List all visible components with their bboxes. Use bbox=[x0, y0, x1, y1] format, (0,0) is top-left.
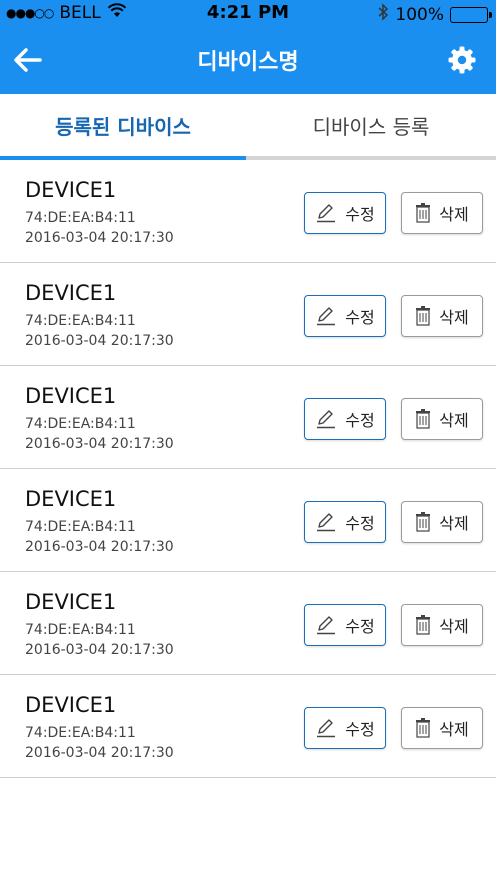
delete-button[interactable]: 삭제 bbox=[401, 295, 483, 337]
device-date: 2016-03-04 20:17:30 bbox=[25, 745, 174, 761]
gear-icon bbox=[448, 46, 476, 74]
device-mac: 74:DE:EA:B4:11 bbox=[25, 519, 136, 535]
pencil-icon bbox=[315, 306, 337, 326]
edit-button[interactable]: 수정 bbox=[304, 192, 386, 234]
device-row: DEVICE1 74:DE:EA:B4:11 2016-03-04 20:17:… bbox=[0, 160, 496, 263]
trash-icon bbox=[415, 718, 431, 738]
delete-label: 삭제 bbox=[439, 514, 469, 533]
trash-icon bbox=[415, 615, 431, 635]
delete-label: 삭제 bbox=[439, 617, 469, 636]
delete-label: 삭제 bbox=[439, 308, 469, 327]
page-title: 디바이스명 bbox=[197, 50, 299, 75]
device-name: DEVICE1 bbox=[25, 487, 117, 511]
edit-button[interactable]: 수정 bbox=[304, 501, 386, 543]
status-right: 100% bbox=[377, 3, 492, 26]
device-date: 2016-03-04 20:17:30 bbox=[25, 333, 174, 349]
edit-label: 수정 bbox=[345, 617, 375, 636]
pencil-icon bbox=[315, 512, 337, 532]
settings-button[interactable] bbox=[446, 44, 478, 76]
edit-button[interactable]: 수정 bbox=[304, 707, 386, 749]
nav-bar: 디바이스명 bbox=[0, 28, 496, 94]
battery-percent: 100% bbox=[395, 4, 444, 25]
device-row: DEVICE1 74:DE:EA:B4:11 2016-03-04 20:17:… bbox=[0, 572, 496, 675]
device-row: DEVICE1 74:DE:EA:B4:11 2016-03-04 20:17:… bbox=[0, 366, 496, 469]
delete-button[interactable]: 삭제 bbox=[401, 398, 483, 440]
pencil-icon bbox=[315, 203, 337, 223]
trash-icon bbox=[415, 306, 431, 326]
tab-register-device[interactable]: 디바이스 등록 bbox=[246, 94, 496, 156]
delete-label: 삭제 bbox=[439, 205, 469, 224]
edit-label: 수정 bbox=[345, 308, 375, 327]
edit-button[interactable]: 수정 bbox=[304, 604, 386, 646]
pencil-icon bbox=[315, 718, 337, 738]
tab-bar: 등록된 디바이스 디바이스 등록 bbox=[0, 94, 496, 160]
trash-icon bbox=[415, 409, 431, 429]
edit-label: 수정 bbox=[345, 205, 375, 224]
device-date: 2016-03-04 20:17:30 bbox=[25, 642, 174, 658]
device-name: DEVICE1 bbox=[25, 281, 117, 305]
delete-button[interactable]: 삭제 bbox=[401, 501, 483, 543]
pencil-icon bbox=[315, 409, 337, 429]
device-row: DEVICE1 74:DE:EA:B4:11 2016-03-04 20:17:… bbox=[0, 263, 496, 366]
delete-label: 삭제 bbox=[439, 720, 469, 739]
trash-icon bbox=[415, 512, 431, 532]
device-mac: 74:DE:EA:B4:11 bbox=[25, 622, 136, 638]
device-row: DEVICE1 74:DE:EA:B4:11 2016-03-04 20:17:… bbox=[0, 675, 496, 778]
delete-button[interactable]: 삭제 bbox=[401, 192, 483, 234]
device-name: DEVICE1 bbox=[25, 384, 117, 408]
edit-button[interactable]: 수정 bbox=[304, 295, 386, 337]
pencil-icon bbox=[315, 615, 337, 635]
device-mac: 74:DE:EA:B4:11 bbox=[25, 416, 136, 432]
tab-registered-devices[interactable]: 등록된 디바이스 bbox=[0, 94, 246, 156]
status-bar: ●●●○○ BELL 4:21 PM 100% bbox=[0, 0, 496, 28]
trash-icon bbox=[415, 203, 431, 223]
device-row: DEVICE1 74:DE:EA:B4:11 2016-03-04 20:17:… bbox=[0, 469, 496, 572]
device-date: 2016-03-04 20:17:30 bbox=[25, 539, 174, 555]
edit-label: 수정 bbox=[345, 720, 375, 739]
device-name: DEVICE1 bbox=[25, 590, 117, 614]
bluetooth-icon bbox=[377, 3, 389, 26]
delete-label: 삭제 bbox=[439, 411, 469, 430]
delete-button[interactable]: 삭제 bbox=[401, 707, 483, 749]
edit-label: 수정 bbox=[345, 411, 375, 430]
device-name: DEVICE1 bbox=[25, 693, 117, 717]
device-date: 2016-03-04 20:17:30 bbox=[25, 230, 174, 246]
delete-button[interactable]: 삭제 bbox=[401, 604, 483, 646]
battery-icon bbox=[450, 6, 492, 23]
device-mac: 74:DE:EA:B4:11 bbox=[25, 313, 136, 329]
device-name: DEVICE1 bbox=[25, 178, 117, 202]
app-header: ●●●○○ BELL 4:21 PM 100% 디바이스명 bbox=[0, 0, 496, 94]
edit-label: 수정 bbox=[345, 514, 375, 533]
device-mac: 74:DE:EA:B4:11 bbox=[25, 210, 136, 226]
edit-button[interactable]: 수정 bbox=[304, 398, 386, 440]
device-mac: 74:DE:EA:B4:11 bbox=[25, 725, 136, 741]
device-date: 2016-03-04 20:17:30 bbox=[25, 436, 174, 452]
